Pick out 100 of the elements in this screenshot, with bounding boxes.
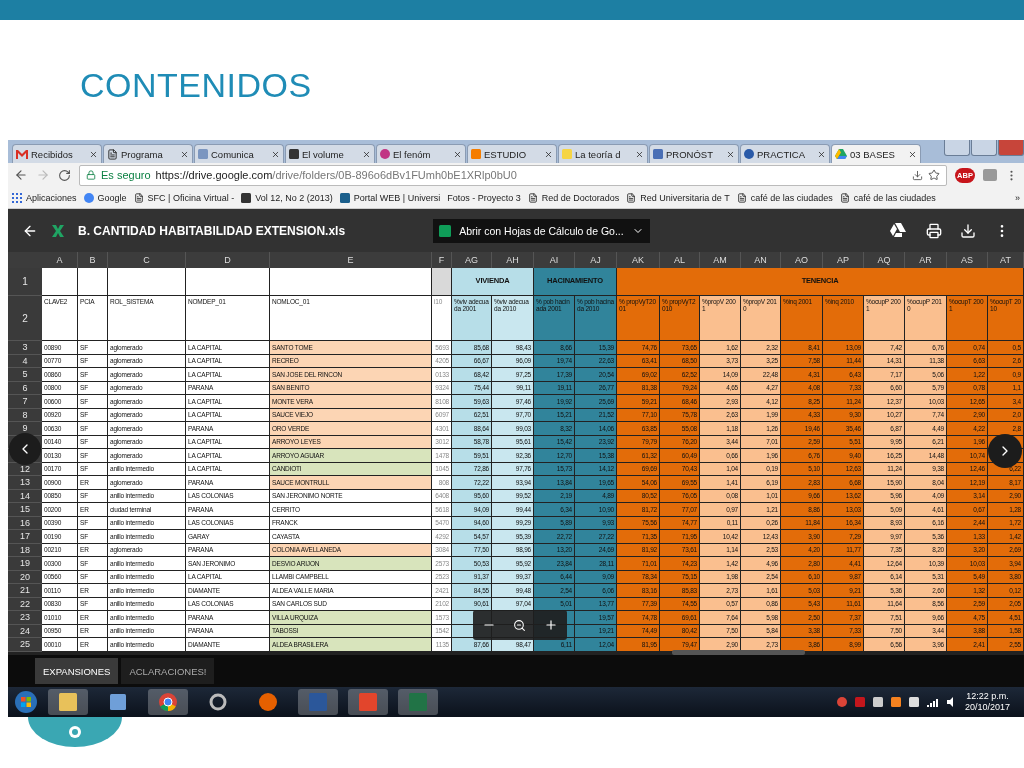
bookmark[interactable]: café de las ciudades xyxy=(839,192,936,203)
column-header[interactable]: AO xyxy=(781,252,823,268)
bookmark[interactable]: Fotos - Proyecto 3 xyxy=(447,192,521,203)
column-header[interactable]: A xyxy=(42,252,78,268)
power-icon xyxy=(908,697,919,707)
site-icon xyxy=(339,192,350,203)
drive-add-icon[interactable] xyxy=(890,223,908,238)
column-header[interactable]: AT xyxy=(988,252,1024,268)
column-header[interactable]: AS xyxy=(947,252,988,268)
browser-tab[interactable]: Comunica xyxy=(194,144,284,163)
reload-icon[interactable] xyxy=(58,168,71,182)
taskbar-app[interactable] xyxy=(148,689,188,715)
row-header[interactable]: 15 xyxy=(8,503,42,517)
close-icon[interactable] xyxy=(89,149,98,159)
bookmark[interactable]: Red Universitaria de T xyxy=(626,192,730,203)
open-with-button[interactable]: Abrir con Hojas de Cálculo de Go... xyxy=(433,218,650,243)
row-header[interactable]: 13 xyxy=(8,476,42,490)
bookmark[interactable]: Portal WEB | Universi xyxy=(339,192,441,203)
column-header[interactable]: AI xyxy=(534,252,575,268)
row-header[interactable]: 17 xyxy=(8,530,42,544)
browser-tab[interactable]: 03 BASES xyxy=(831,144,921,163)
browser-tab[interactable]: PRACTICA xyxy=(740,144,830,163)
row-header[interactable]: 23 xyxy=(8,611,42,625)
file-name: B. CANTIDAD HABITABILIDAD EXTENSION.xls xyxy=(78,223,346,238)
row-header[interactable]: 2 xyxy=(8,296,42,341)
row-header[interactable]: 7 xyxy=(8,395,42,409)
row-header[interactable]: 5 xyxy=(8,368,42,382)
column-header[interactable]: E xyxy=(270,252,432,268)
browser-tab[interactable]: PRONÓST xyxy=(649,144,739,163)
bookmark[interactable]: Aplicaciones xyxy=(12,192,77,203)
column-header[interactable]: D xyxy=(186,252,270,268)
print-icon[interactable] xyxy=(926,222,942,239)
row-header[interactable]: 1 xyxy=(8,268,42,296)
browser-tab[interactable]: El fenóm xyxy=(376,144,466,163)
column-header[interactable]: AM xyxy=(700,252,741,268)
close-icon[interactable] xyxy=(362,149,371,159)
column-header[interactable]: AJ xyxy=(575,252,617,268)
sheet-tab[interactable]: EXPANSIONES xyxy=(35,658,119,684)
close-icon[interactable] xyxy=(726,149,735,159)
column-header[interactable]: F xyxy=(432,252,452,268)
start-icon[interactable] xyxy=(14,690,38,714)
scrollbar[interactable] xyxy=(672,650,805,655)
download-icon[interactable] xyxy=(912,169,923,181)
address-field[interactable]: Es seguro https://drive.google.com/drive/folders/0B-896o6dBv1FUmh0bE1XRlp0bU0 xyxy=(79,164,947,186)
minimize-button[interactable] xyxy=(944,140,970,156)
close-icon[interactable] xyxy=(453,149,462,159)
bookmark[interactable]: café de las ciudades xyxy=(736,192,833,203)
circle-icon xyxy=(380,149,390,159)
column-header[interactable]: C xyxy=(108,252,186,268)
document-app-icon xyxy=(359,693,377,711)
flag-icon xyxy=(872,697,883,707)
maximize-button[interactable] xyxy=(971,140,997,156)
bookmark[interactable]: Red de Doctorados xyxy=(527,192,620,203)
zoom-reset-button[interactable] xyxy=(513,618,527,632)
close-icon[interactable] xyxy=(271,149,280,159)
cloud-icon xyxy=(198,149,208,159)
browser-tab[interactable]: ESTUDIO xyxy=(467,144,557,163)
bookmark[interactable]: Vol 12, No 2 (2013) xyxy=(241,192,333,203)
column-header[interactable]: AR xyxy=(905,252,947,268)
browser-tab[interactable]: La teoría d xyxy=(558,144,648,163)
page-icon xyxy=(626,192,637,203)
zoom-in-button[interactable] xyxy=(544,618,559,632)
circle-icon xyxy=(744,149,754,159)
column-header[interactable]: AK xyxy=(617,252,660,268)
bookmarks-more[interactable]: » xyxy=(1015,192,1020,203)
tray-icon xyxy=(854,697,865,707)
row-header[interactable]: 9 xyxy=(8,422,42,436)
close-icon[interactable] xyxy=(908,149,917,159)
tray-icon xyxy=(890,697,901,707)
firefox-icon xyxy=(259,693,277,711)
column-header[interactable]: AH xyxy=(492,252,534,268)
column-header[interactable]: B xyxy=(78,252,108,268)
column-header[interactable]: AG xyxy=(452,252,492,268)
slide-title: CONTENIDOS xyxy=(80,66,312,105)
clock[interactable]: 12:22 p.m. 20/10/2017 xyxy=(964,690,1010,714)
row-header[interactable]: 3 xyxy=(8,341,42,355)
table-cell xyxy=(78,268,108,296)
browser-tab[interactable]: Programa xyxy=(103,144,193,163)
back-icon[interactable] xyxy=(14,168,28,182)
column-header[interactable]: AP xyxy=(823,252,864,268)
star-icon[interactable] xyxy=(928,169,940,181)
column-header[interactable]: AQ xyxy=(864,252,905,268)
sheet-tab[interactable]: ACLARACIONES! xyxy=(121,658,215,684)
row-header[interactable]: 21 xyxy=(8,584,42,598)
document-icon xyxy=(107,148,118,160)
magnifier-icon xyxy=(513,618,527,632)
close-icon[interactable] xyxy=(180,149,189,159)
close-icon[interactable] xyxy=(635,149,644,159)
close-icon[interactable] xyxy=(544,149,553,159)
row-header[interactable]: 19 xyxy=(8,557,42,571)
bookmark[interactable]: Google xyxy=(83,192,127,203)
taskbar-app[interactable] xyxy=(48,689,88,715)
browser-tab[interactable]: Recibidos xyxy=(12,144,102,163)
bookmark[interactable]: SFC | Oficina Virtual - xyxy=(133,192,235,203)
browser-tab[interactable]: El volume xyxy=(285,144,375,163)
column-header[interactable]: AN xyxy=(741,252,781,268)
row-header[interactable]: 25 xyxy=(8,638,42,652)
column-header[interactable]: AL xyxy=(660,252,700,268)
close-icon[interactable] xyxy=(817,149,826,159)
download-icon[interactable] xyxy=(960,222,976,239)
